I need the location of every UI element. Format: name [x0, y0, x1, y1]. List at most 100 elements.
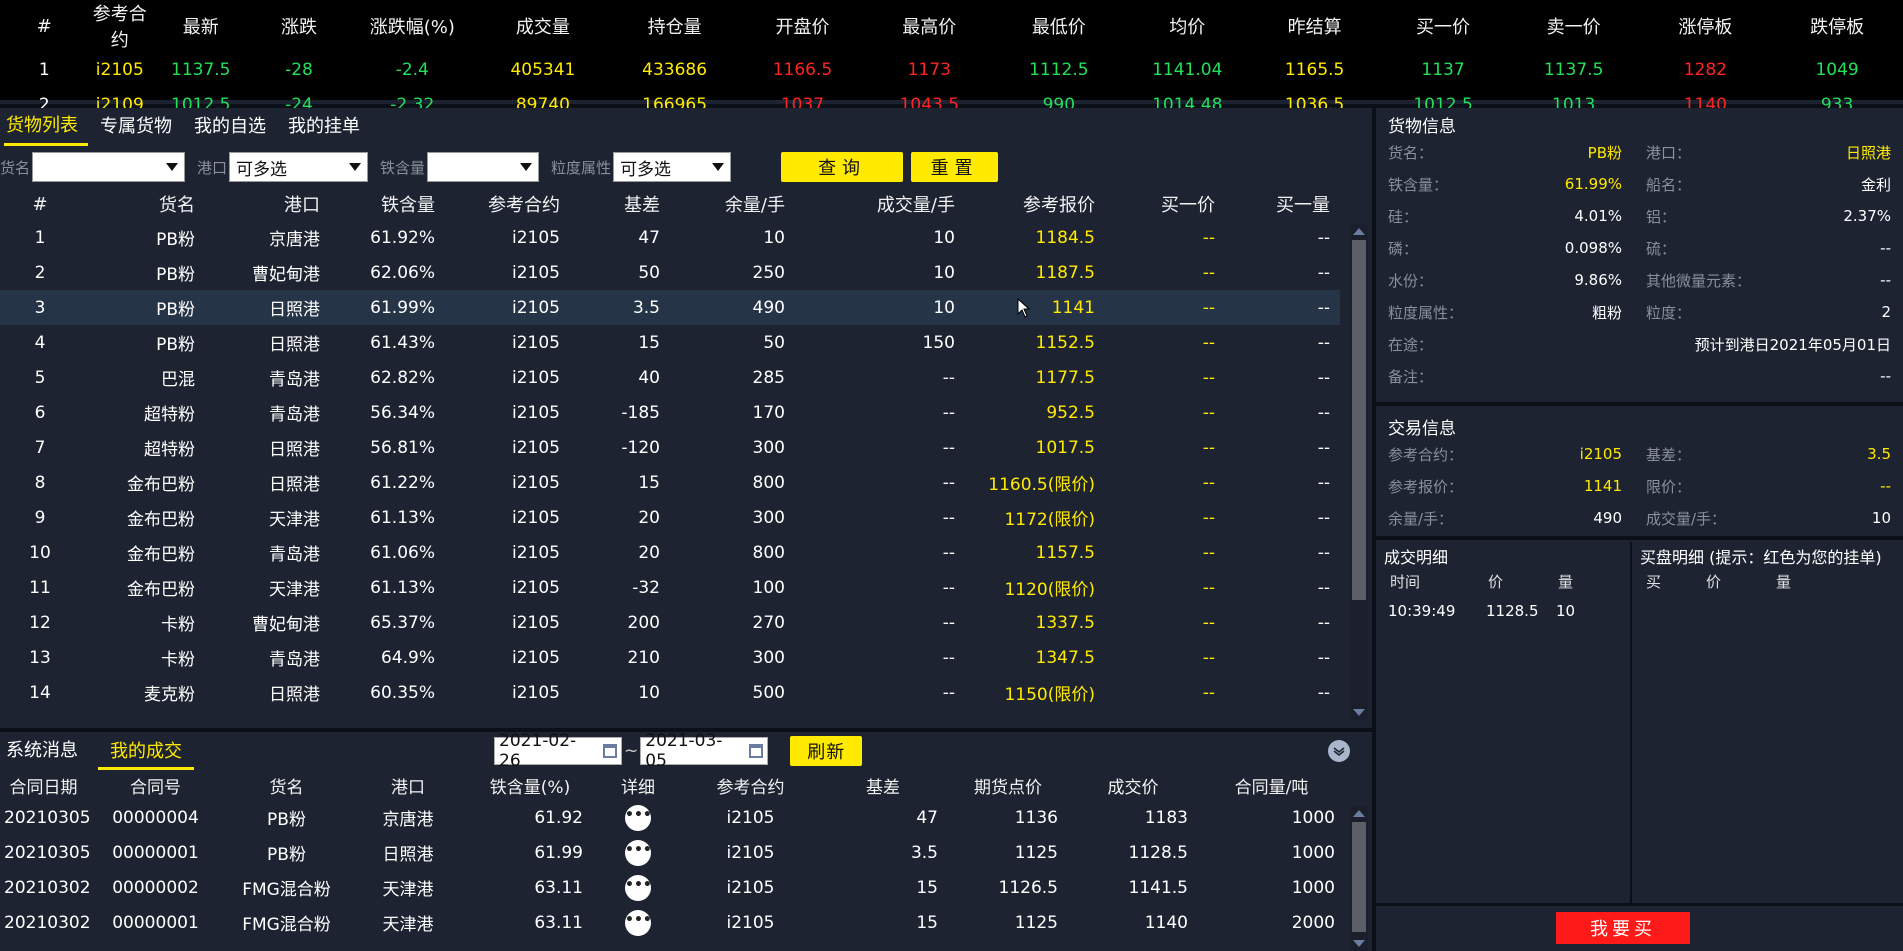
- reset-button[interactable]: 重置: [911, 152, 999, 182]
- quote-col-header: #: [36, 15, 52, 37]
- goods-col-header: 铁含量: [381, 195, 435, 216]
- goods-cell: 61.22%: [370, 472, 435, 493]
- goods-cell: i2105: [512, 227, 560, 248]
- buy-button[interactable]: 我要买: [1556, 912, 1690, 944]
- tab-system-messages[interactable]: 系统消息: [0, 732, 88, 770]
- goods-row[interactable]: 6 超特粉 青岛港 56.34% i2105 -185 170 -- 952.5 -- --: [0, 395, 1340, 430]
- info-value: 2: [1881, 303, 1891, 321]
- calendar-icon[interactable]: [749, 744, 764, 758]
- trades-cell: PB粉: [267, 845, 306, 865]
- goods-cell: 金布巴粉: [127, 545, 195, 565]
- info-value: 61.99%: [1564, 175, 1622, 193]
- scroll-thumb[interactable]: [1352, 822, 1366, 932]
- goods-cell: i2105: [445, 290, 570, 325]
- deal-cell: 10:39:49: [1388, 602, 1456, 620]
- goods-row[interactable]: 14 麦克粉 日照港 60.35% i2105 10 500 -- 1150(限价) -- --: [0, 675, 1340, 710]
- scroll-down-icon[interactable]: [1353, 709, 1365, 716]
- refresh-button[interactable]: 刷新: [790, 736, 863, 766]
- query-button[interactable]: 查询: [781, 152, 904, 182]
- goods-row[interactable]: 10 金布巴粉 青岛港 61.06% i2105 20 800 -- 1157.5 -- --: [0, 535, 1340, 570]
- info-label: 铁含量：: [1388, 175, 1449, 194]
- tab-my-favorites[interactable]: 我的自选: [192, 108, 276, 146]
- trades-row[interactable]: 20210305 00000004 PB粉 京唐港 61.92 ••• i2105 47 113…: [0, 800, 1345, 835]
- goods-row[interactable]: 8 金布巴粉 日照港 61.22% i2105 15 800 -- 1160.5(限价) -- --: [0, 465, 1340, 500]
- goods-cell: --: [1202, 437, 1215, 458]
- goods-cell: 800: [752, 472, 785, 493]
- iron-select[interactable]: [427, 152, 540, 182]
- goods-cell: 50: [638, 262, 660, 283]
- detail-lower: 成交明细 时间 价 量 10:39:49 1128.5 10 买盘明细 (提示：红色为您…: [1376, 542, 1903, 903]
- chevron-down-icon: [166, 163, 179, 171]
- tab-goods-list[interactable]: 货物列表: [4, 108, 88, 146]
- calendar-icon[interactable]: [603, 744, 617, 758]
- goods-cell: 61.43%: [370, 332, 435, 353]
- trades-cell: 20210305: [4, 807, 91, 828]
- goods-row[interactable]: 9 金布巴粉 天津港 61.13% i2105 20 300 -- 1172(限价) -- --: [0, 500, 1340, 535]
- trades-cell: 15: [916, 912, 938, 933]
- goods-cell: 麦克粉: [144, 685, 195, 705]
- goods-row[interactable]: 3 PB粉 日照港 61.99% i2105 3.5 490 10 1141 -- --: [0, 290, 1340, 325]
- goods-cell: 超特粉: [144, 440, 195, 460]
- trades-cell: 1128.5: [1128, 842, 1188, 863]
- granularity-select[interactable]: 可多选: [613, 152, 732, 182]
- goods-cell: -120: [621, 437, 660, 458]
- goods-row[interactable]: 13 卡粉 青岛港 64.9% i2105 210 300 -- 1347.5 -- --: [0, 640, 1340, 675]
- goods-cell: PB粉: [156, 335, 195, 355]
- quote-col-header: 开盘价: [775, 17, 830, 38]
- trades-cell: 京唐港: [382, 810, 434, 830]
- collapse-chevron-icon[interactable]: [1328, 740, 1350, 762]
- goods-cell: --: [1317, 402, 1330, 423]
- goods-cell: 1: [34, 227, 46, 248]
- goods-cell: --: [1105, 290, 1225, 325]
- trades-cell: 00000001: [112, 842, 199, 863]
- deal-detail-rows: 10:39:49 1128.5 10: [1384, 594, 1622, 628]
- goods-cell: i2105: [512, 262, 560, 283]
- goods-scrollbar[interactable]: [1350, 224, 1368, 720]
- port-select[interactable]: 可多选: [229, 152, 369, 182]
- scroll-up-icon[interactable]: [1353, 228, 1365, 235]
- deal-col-header: 时间: [1390, 572, 1421, 591]
- goods-cell: 100: [752, 577, 785, 598]
- scroll-thumb[interactable]: [1352, 240, 1366, 600]
- more-details-icon[interactable]: •••: [625, 875, 652, 901]
- goods-cell: --: [1317, 612, 1330, 633]
- scroll-down-icon[interactable]: [1353, 940, 1365, 947]
- trades-row[interactable]: 20210305 00000001 PB粉 日照港 61.99 ••• i2105 3.5 11…: [0, 835, 1345, 870]
- quote-col-header: 参考合约: [92, 4, 147, 51]
- trades-scrollbar[interactable]: [1350, 806, 1368, 951]
- goods-cell: 1187.5: [1035, 262, 1095, 283]
- goods-info-cell: 货名： PB粉: [1376, 136, 1634, 168]
- more-details-icon[interactable]: •••: [625, 840, 652, 866]
- goods-row[interactable]: 11 金布巴粉 天津港 61.13% i2105 -32 100 -- 1120(限价) -- --: [0, 570, 1340, 605]
- scroll-up-icon[interactable]: [1353, 810, 1365, 817]
- trades-cell: i2105: [726, 912, 775, 933]
- trade-info-grid: 参考合约： i2105 基差： 3.5 参考报价： 1141 限价： -- 余量/手： 490 成交…: [1376, 438, 1903, 534]
- tab-my-trades[interactable]: 我的成交: [98, 732, 194, 770]
- goods-row[interactable]: 5 巴混 青岛港 62.82% i2105 40 285 -- 1177.5 -- --: [0, 360, 1340, 395]
- trade-info-cell: 参考报价： 1141: [1376, 470, 1634, 502]
- goods-cell: i2105: [512, 402, 560, 423]
- goods-row[interactable]: 7 超特粉 日照港 56.81% i2105 -120 300 -- 1017.5 -- --: [0, 430, 1340, 465]
- trades-row[interactable]: 20210302 00000001 FMG混合粉 天津港 63.11 ••• i2105 15…: [0, 905, 1345, 940]
- quote-row[interactable]: 1 i2105 1137.5 -28 -2.4 405341 433686 1166.5 117…: [0, 52, 1903, 87]
- goods-row[interactable]: 2 PB粉 曹妃甸港 62.06% i2105 50 250 10 1187.5 -- --: [0, 255, 1340, 290]
- more-details-icon[interactable]: •••: [625, 805, 652, 831]
- quote-col-header: 昨结算: [1287, 17, 1342, 38]
- goods-cell: 青岛港: [269, 405, 320, 425]
- name-select[interactable]: [32, 152, 186, 182]
- mouse-cursor-icon: [1017, 298, 1031, 318]
- date-from-input[interactable]: 2021-02-26: [494, 731, 622, 771]
- goods-cell: --: [942, 367, 955, 388]
- trades-row[interactable]: 20210302 00000002 FMG混合粉 天津港 63.11 ••• i2105 15…: [0, 870, 1345, 905]
- date-to-input[interactable]: 2021-03-05: [640, 731, 769, 771]
- more-details-icon[interactable]: •••: [625, 910, 652, 936]
- info-label: 其他微量元素：: [1646, 271, 1752, 290]
- tab-exclusive-goods[interactable]: 专属货物: [98, 108, 182, 146]
- goods-cell: --: [942, 507, 955, 528]
- goods-row[interactable]: 4 PB粉 日照港 61.43% i2105 15 50 150 1152.5 -- --: [0, 325, 1340, 360]
- goods-cell: --: [1317, 647, 1330, 668]
- goods-row[interactable]: 12 卡粉 曹妃甸港 65.37% i2105 200 270 -- 1337.5 -- --: [0, 605, 1340, 640]
- goods-cell: --: [1202, 647, 1215, 668]
- goods-row[interactable]: 1 PB粉 京唐港 61.92% i2105 47 10 10 1184.5 -- --: [0, 220, 1340, 255]
- tab-my-orders[interactable]: 我的挂单: [286, 108, 370, 146]
